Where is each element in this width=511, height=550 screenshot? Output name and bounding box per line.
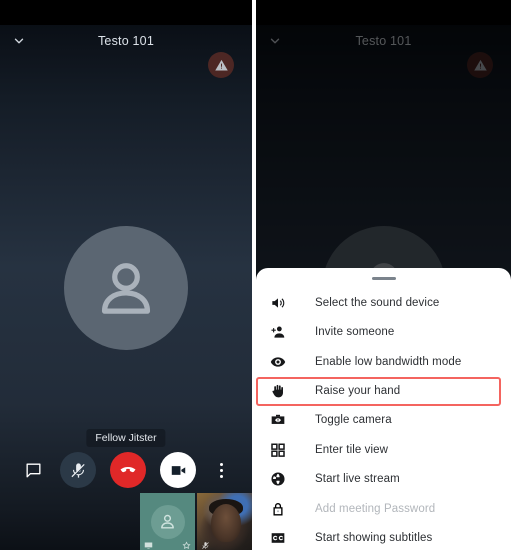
self-thumbnail[interactable]	[140, 493, 195, 550]
mic-button[interactable]	[60, 452, 96, 488]
camera-button[interactable]	[160, 452, 196, 488]
speaker-icon	[270, 294, 292, 312]
hangup-button[interactable]	[110, 452, 146, 488]
add-person-icon	[270, 323, 292, 341]
more-vertical-icon	[219, 468, 223, 472]
more-actions-menu: Select the sound device Invite someone Ena…	[256, 286, 511, 550]
screenshot-root: Testo 101 Fellow Jitster Select the soun…	[0, 0, 511, 550]
participant-name-label: Fellow Jitster	[86, 429, 166, 447]
drag-handle[interactable]	[371, 277, 396, 280]
participant-avatar	[64, 226, 188, 350]
menu-item-label: Enable low bandwidth mode	[315, 355, 462, 368]
self-avatar	[150, 504, 185, 539]
page-title: Testo 101	[97, 34, 154, 48]
chat-button[interactable]	[20, 457, 46, 483]
menu-item-enter-tile-view[interactable]: Enter tile view	[256, 435, 511, 465]
menu-item-toggle-camera[interactable]: Toggle camera	[256, 406, 511, 436]
phone-hangup-icon	[120, 467, 136, 473]
menu-item-label: Start showing subtitles	[315, 532, 433, 545]
left-phone-screen: Testo 101 Fellow Jitster	[0, 0, 252, 550]
menu-item-label: Toggle camera	[315, 414, 392, 427]
globe-icon	[270, 470, 292, 488]
screen-share-icon	[144, 537, 153, 550]
peer-video-face	[211, 504, 241, 542]
eye-icon	[270, 353, 292, 371]
more-vertical-icon	[219, 462, 223, 466]
menu-item-enable-low-bandwidth-mode[interactable]: Enable low bandwidth mode	[256, 347, 511, 377]
more-button[interactable]	[210, 455, 232, 485]
menu-item-add-meeting-password: Add meeting Password	[256, 494, 511, 524]
peer-thumbnail[interactable]	[197, 493, 252, 550]
more-vertical-icon	[219, 474, 223, 478]
raised-hand-icon	[270, 382, 292, 400]
video-camera-icon	[171, 465, 185, 475]
chat-bubble-icon	[25, 462, 41, 478]
call-toolbar	[0, 450, 252, 490]
warning-triangle-icon[interactable]	[208, 52, 234, 78]
person-avatar-icon	[101, 263, 151, 314]
filmstrip	[140, 493, 252, 550]
person-avatar-icon	[161, 514, 174, 529]
menu-item-label: Select the sound device	[315, 296, 440, 309]
menu-item-invite-someone[interactable]: Invite someone	[256, 318, 511, 348]
menu-item-label: Raise your hand	[315, 385, 401, 397]
grid-tile-icon	[270, 441, 292, 459]
menu-item-raise-your-hand[interactable]: Raise your hand	[256, 376, 501, 406]
menu-item-label: Start live stream	[315, 473, 400, 486]
menu-item-label: Invite someone	[315, 326, 395, 339]
camera-toggle-icon	[270, 411, 292, 429]
conference-header: Testo 101	[0, 28, 252, 54]
status-bar	[0, 0, 252, 25]
menu-item-label: Enter tile view	[315, 443, 389, 456]
right-phone-screen: Testo 101 Select the sound deviceInvite …	[256, 0, 511, 550]
menu-item-label: Add meeting Password	[315, 502, 436, 515]
microphone-muted-icon	[70, 462, 85, 478]
menu-item-start-showing-subtitles[interactable]: Start showing subtitles	[256, 524, 511, 550]
menu-item-start-live-stream[interactable]: Start live stream	[256, 465, 511, 495]
lock-icon	[270, 500, 292, 518]
menu-item-select-the-sound-device[interactable]: Select the sound device	[256, 288, 511, 318]
closed-caption-icon	[270, 529, 292, 547]
microphone-muted-icon	[201, 537, 210, 549]
star-icon	[182, 537, 191, 550]
more-actions-sheet: Select the sound device Invite someone Ena…	[256, 268, 511, 550]
